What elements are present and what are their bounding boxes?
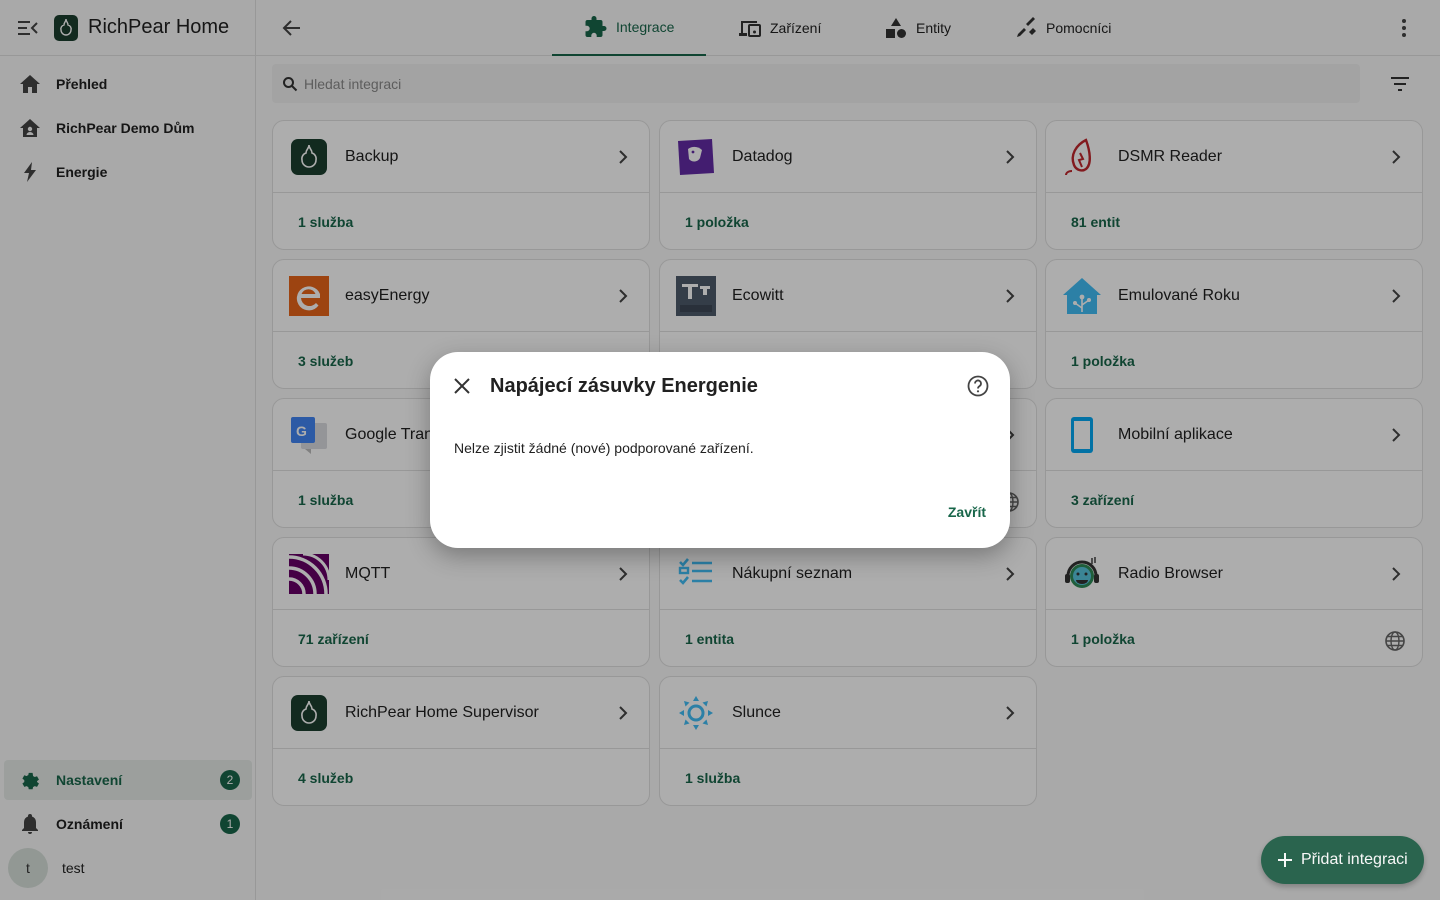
dialog-message: Nelze zjistit žádné (nové) podporované z… <box>454 440 754 456</box>
help-icon[interactable] <box>966 374 990 398</box>
dialog-title: Napájecí zásuvky Energenie <box>490 375 758 397</box>
discovery-dialog: Napájecí zásuvky Energenie Nelze zjistit… <box>430 352 1010 548</box>
close-button[interactable]: Zavřít <box>948 502 986 522</box>
add-integration-button[interactable]: Přidat integraci <box>1261 836 1424 884</box>
close-icon[interactable] <box>450 374 474 398</box>
fab-label: Přidat integraci <box>1301 851 1408 868</box>
plus-icon <box>1273 848 1297 872</box>
